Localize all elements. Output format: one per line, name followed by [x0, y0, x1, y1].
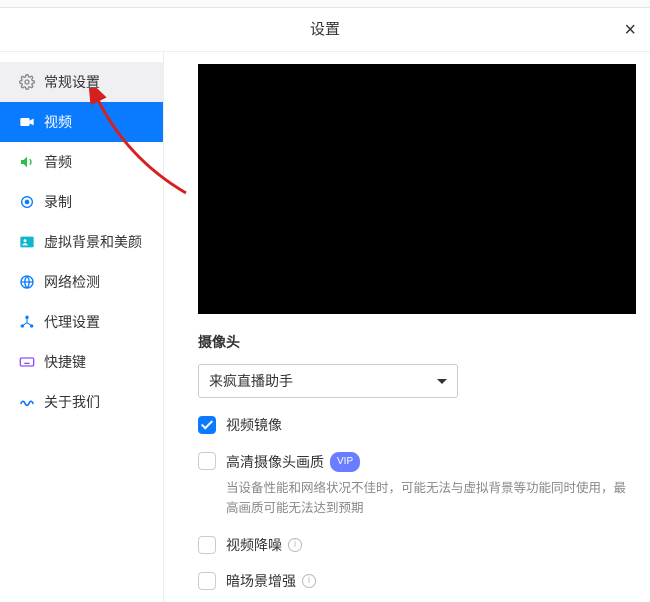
- lowlight-label: 暗场景增强: [226, 572, 296, 590]
- camera-selected-value: 来疯直播助手: [209, 371, 293, 391]
- camera-section-label: 摄像头: [198, 332, 636, 352]
- sidebar-item-label: 视频: [44, 112, 72, 132]
- sidebar-item-network[interactable]: 网络检测: [0, 262, 163, 302]
- chevron-down-icon: [437, 379, 447, 384]
- content-panel: 摄像头 来疯直播助手 视频镜像 高清摄像头画质 VIP 当设备性能和网络状况不佳…: [164, 52, 650, 602]
- mirror-checkbox[interactable]: [198, 416, 216, 434]
- option-hd: 高清摄像头画质 VIP 当设备性能和网络状况不佳时，可能无法与虚拟背景等功能同时…: [198, 452, 636, 518]
- lowlight-checkbox[interactable]: [198, 572, 216, 590]
- sidebar-item-shortcut[interactable]: 快捷键: [0, 342, 163, 382]
- option-lowlight: 暗场景增强 i: [198, 572, 636, 590]
- video-preview: [198, 64, 636, 314]
- globe-icon: [18, 273, 36, 291]
- denoise-checkbox[interactable]: [198, 536, 216, 554]
- sidebar-item-label: 虚拟背景和美颜: [44, 232, 142, 252]
- denoise-label: 视频降噪: [226, 536, 282, 554]
- option-mirror: 视频镜像: [198, 416, 636, 434]
- dialog-title: 设置: [310, 21, 340, 38]
- wave-icon: [18, 393, 36, 411]
- sidebar: 常规设置 视频 音频 录制 虚拟背景和美颜: [0, 52, 164, 602]
- network-nodes-icon: [18, 313, 36, 331]
- gear-icon: [18, 73, 36, 91]
- sidebar-item-proxy[interactable]: 代理设置: [0, 302, 163, 342]
- sidebar-item-general[interactable]: 常规设置: [0, 62, 163, 102]
- hd-label: 高清摄像头画质: [226, 453, 324, 471]
- info-icon[interactable]: i: [302, 574, 316, 588]
- sidebar-item-video[interactable]: 视频: [0, 102, 163, 142]
- sidebar-item-label: 音频: [44, 152, 72, 172]
- vip-badge: VIP: [330, 452, 360, 472]
- sidebar-item-label: 代理设置: [44, 312, 100, 332]
- sidebar-item-label: 录制: [44, 192, 72, 212]
- record-icon: [18, 193, 36, 211]
- option-denoise: 视频降噪 i: [198, 536, 636, 554]
- close-button[interactable]: ×: [624, 8, 636, 52]
- video-icon: [18, 113, 36, 131]
- hd-checkbox[interactable]: [198, 452, 216, 470]
- user-card-icon: [18, 233, 36, 251]
- sidebar-item-audio[interactable]: 音频: [0, 142, 163, 182]
- sidebar-item-about[interactable]: 关于我们: [0, 382, 163, 422]
- sidebar-item-record[interactable]: 录制: [0, 182, 163, 222]
- camera-select[interactable]: 来疯直播助手: [198, 364, 458, 398]
- audio-icon: [18, 153, 36, 171]
- sidebar-item-label: 关于我们: [44, 392, 100, 412]
- dialog-header: 设置 ×: [0, 8, 650, 52]
- sidebar-item-label: 网络检测: [44, 272, 100, 292]
- sidebar-item-background[interactable]: 虚拟背景和美颜: [0, 222, 163, 262]
- sidebar-item-label: 快捷键: [44, 352, 86, 372]
- info-icon[interactable]: i: [288, 538, 302, 552]
- sidebar-item-label: 常规设置: [44, 72, 100, 92]
- keyboard-icon: [18, 353, 36, 371]
- mirror-label: 视频镜像: [226, 416, 282, 434]
- hd-description: 当设备性能和网络状况不佳时，可能无法与虚拟背景等功能同时使用，最高画质可能无法达…: [226, 478, 626, 518]
